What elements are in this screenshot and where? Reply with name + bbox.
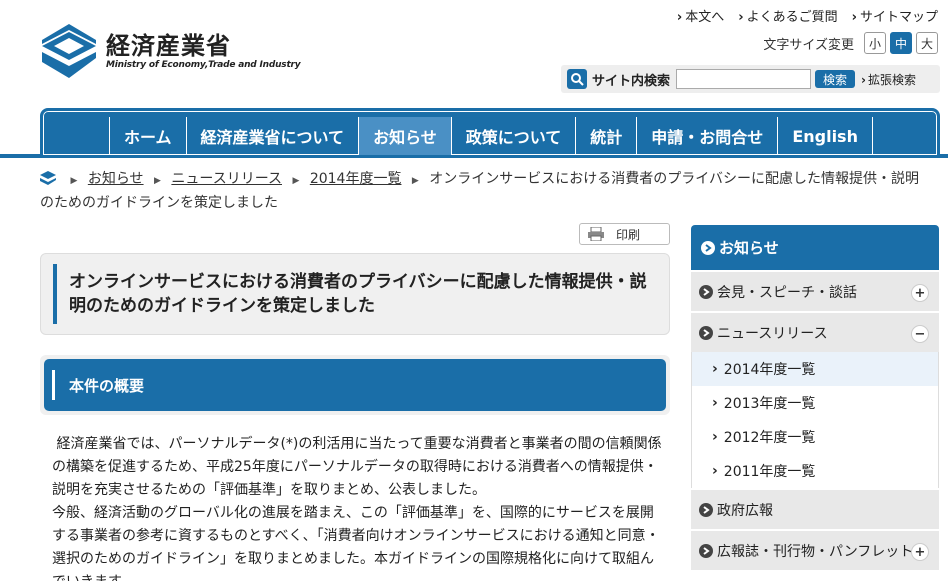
nav-item-policy[interactable]: 政策について <box>450 117 576 155</box>
sidebar-item-label: 会見・スピーチ・談話 <box>717 284 857 301</box>
page-title: オンラインサービスにおける消費者のプライバシーに配慮した情報提供・説明のためのガ… <box>69 272 647 316</box>
sidebar-item-label: ニュースリリース <box>717 325 828 342</box>
chevron-right-icon <box>701 240 715 255</box>
search-button[interactable]: 検索 <box>815 70 856 88</box>
font-size-switcher: 文字サイズ変更 小 中 大 <box>763 32 938 54</box>
sidebar-item-news-release[interactable]: ニュースリリース − <box>691 311 939 352</box>
faq-link[interactable]: よくあるご質問 <box>738 6 838 25</box>
font-size-medium-button[interactable]: 中 <box>890 32 912 54</box>
font-size-label: 文字サイズ変更 <box>763 37 854 53</box>
sitemap-link[interactable]: サイトマップ <box>852 6 938 25</box>
print-button[interactable]: 印刷 <box>579 223 670 245</box>
section-accent-bar <box>52 370 55 400</box>
nav-item-news[interactable]: お知らせ <box>358 117 451 155</box>
sidebar-subitem-2011[interactable]: 2011年度一覧 <box>691 454 939 488</box>
expand-icon[interactable]: + <box>911 543 929 561</box>
chevron-right-icon <box>699 325 713 340</box>
breadcrumb-2014-list[interactable]: 2014年度一覧 <box>310 171 402 187</box>
sidebar-item-gov-pr[interactable]: 政府広報 <box>691 488 939 529</box>
nav-item-home[interactable]: ホーム <box>109 117 186 155</box>
global-nav: ホーム 経済産業省について お知らせ 政策について 統計 申請・お問合せ Eng… <box>0 108 948 158</box>
nav-item-applications[interactable]: 申請・お問合せ <box>636 117 777 155</box>
meti-logo[interactable]: 経済産業省 Ministry of Economy,Trade and Indu… <box>40 22 301 80</box>
sidebar-item-label: 政府広報 <box>717 502 773 519</box>
collapse-icon[interactable]: − <box>911 325 929 343</box>
utility-links: 本文へ よくあるご質問 サイトマップ <box>677 6 938 25</box>
font-size-large-button[interactable]: 大 <box>916 32 938 54</box>
chevron-right-icon <box>699 543 713 558</box>
nav-item-statistics[interactable]: 統計 <box>575 117 636 155</box>
chevron-right-icon <box>699 502 713 517</box>
sidebar-item-press[interactable]: 会見・スピーチ・談話 + <box>691 270 939 311</box>
search-icon <box>567 69 587 89</box>
breadcrumb-news-release[interactable]: ニュースリリース <box>171 171 282 187</box>
title-box: オンラインサービスにおける消費者のプライバシーに配慮した情報提供・説明のためのガ… <box>40 253 670 335</box>
skip-to-content-link[interactable]: 本文へ <box>677 6 724 25</box>
sidebar-subitem-2014[interactable]: 2014年度一覧 <box>691 352 939 386</box>
meti-logo-icon <box>42 24 96 78</box>
printer-icon <box>588 227 604 241</box>
article-body: 経済産業省では、パーソナルデータ(*)の利活用に当たって重要な消費者と事業者の間… <box>52 433 664 581</box>
home-icon[interactable] <box>40 171 56 185</box>
logo-japanese: 経済産業省 <box>106 32 231 60</box>
search-label: サイト内検索 <box>592 73 671 89</box>
section-title: 本件の概要 <box>69 376 145 395</box>
sidebar-item-label: 広報誌・刊行物・パンフレット <box>717 543 914 560</box>
sidebar-heading-label: お知らせ <box>719 239 779 257</box>
advanced-search-link[interactable]: 拡張検索 <box>861 71 916 88</box>
sidebar-item-publications[interactable]: 広報誌・刊行物・パンフレット + <box>691 529 939 570</box>
breadcrumb: ▶ お知らせ ▶ ニュースリリース ▶ 2014年度一覧 ▶ オンラインサービス… <box>40 168 920 214</box>
print-label: 印刷 <box>616 227 641 242</box>
sidebar: お知らせ 会見・スピーチ・談話 + ニュースリリース − 2014年度一覧 20… <box>691 225 939 570</box>
global-nav-frame: ホーム 経済産業省について お知らせ 政策について 統計 申請・お問合せ Eng… <box>40 108 940 158</box>
breadcrumb-separator-icon: ▶ <box>70 176 78 186</box>
body-paragraph-2: 今般、経済活動のグローバル化の進展を踏まえ、この「評価基準」を、国際的にサービス… <box>52 505 660 581</box>
sidebar-subitem-2013[interactable]: 2013年度一覧 <box>691 386 939 420</box>
section-heading-box: 本件の概要 <box>40 355 670 415</box>
breadcrumb-separator-icon: ▶ <box>292 176 300 186</box>
body-paragraph-1: 経済産業省では、パーソナルデータ(*)の利活用に当たって重要な消費者と事業者の間… <box>52 436 662 498</box>
breadcrumb-news[interactable]: お知らせ <box>88 171 144 187</box>
breadcrumb-separator-icon: ▶ <box>411 176 419 186</box>
sidebar-heading[interactable]: お知らせ <box>691 225 939 270</box>
site-search: サイト内検索 検索 拡張検索 <box>561 65 940 93</box>
sidebar-subitem-2012[interactable]: 2012年度一覧 <box>691 420 939 454</box>
font-size-small-button[interactable]: 小 <box>864 32 886 54</box>
nav-item-about[interactable]: 経済産業省について <box>185 117 359 155</box>
breadcrumb-separator-icon: ▶ <box>154 176 161 186</box>
logo-english: Ministry of Economy,Trade and Industry <box>106 60 301 70</box>
search-input[interactable] <box>676 69 812 89</box>
chevron-right-icon <box>699 284 713 299</box>
expand-icon[interactable]: + <box>911 284 929 302</box>
nav-item-english[interactable]: English <box>777 117 873 155</box>
